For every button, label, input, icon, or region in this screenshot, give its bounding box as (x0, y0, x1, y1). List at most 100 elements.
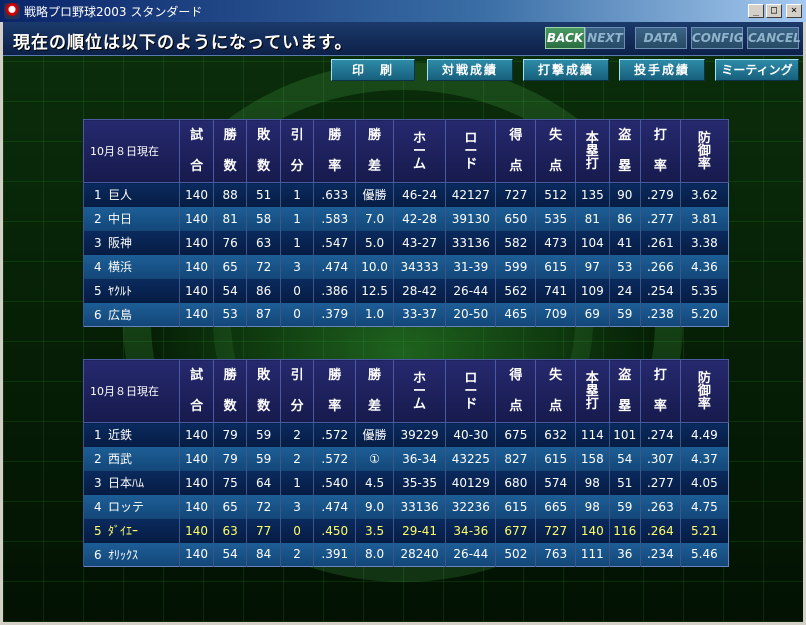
stat-ra: 615 (535, 446, 576, 471)
stat-g: 140 (179, 182, 214, 207)
table-row[interactable]: 1 巨人 140 88 51 1.633 優勝 46-24 42127 727 512 135 90.2… (82, 182, 729, 207)
game-screen: 現在の順位は以下のようになっています。 BACK NEXT DATA CONFI… (0, 22, 806, 625)
stat-g: 140 (179, 230, 214, 255)
stat-era: 3.81 (679, 206, 729, 231)
stat-avg: .277 (639, 206, 681, 231)
meeting-button[interactable]: ミーティング (715, 59, 799, 81)
stat-era: 5.35 (679, 278, 729, 303)
stat-gb: 9.0 (355, 494, 394, 519)
stat-home: 33136 (392, 494, 446, 519)
rank-number: 3 (94, 476, 102, 490)
back-button[interactable]: BACK (545, 27, 585, 49)
table-row[interactable]: 6 広島 140 53 87 0.379 1.0 33-37 20-50 465 709 69 59.2… (82, 302, 729, 327)
stat-l: 59 (246, 422, 281, 447)
stat-sb: 101 (608, 422, 641, 447)
stat-rs: 827 (495, 446, 536, 471)
team-cell: 3 日本ﾊﾑ (82, 470, 180, 495)
table-row[interactable]: 3 日本ﾊﾑ 140 75 64 1.540 4.5 35-35 40129 680 574 98 51… (82, 470, 729, 495)
stat-rs: 650 (495, 206, 536, 231)
table-row[interactable]: 2 中日 140 81 58 1.583 7.0 42-28 39130 650 535 81 86.2… (82, 206, 729, 231)
rank-number: 2 (94, 452, 102, 466)
stat-era: 3.62 (679, 182, 729, 207)
stat-gb: 5.0 (355, 230, 394, 255)
config-button[interactable]: CONFIG (691, 27, 744, 49)
header-char: ー (464, 383, 478, 399)
stat-rs: 680 (495, 470, 536, 495)
stat-pct: .391 (313, 542, 356, 567)
window-titlebar[interactable]: 戦略プロ野球2003 スタンダード _ □ × (0, 0, 806, 22)
stat-ra: 763 (535, 542, 576, 567)
col-gb: 勝差 (355, 119, 394, 183)
maximize-button[interactable]: □ (766, 4, 782, 18)
cancel-button[interactable]: CANCEL (747, 27, 801, 49)
stat-w: 76 (212, 230, 247, 255)
batting-stats-button[interactable]: 打撃成績 (523, 59, 609, 81)
print-button[interactable]: 印 刷 (331, 59, 415, 81)
stat-era: 4.49 (679, 422, 729, 447)
data-button[interactable]: DATA (635, 27, 687, 49)
stat-pct: .450 (313, 518, 356, 543)
stat-home: 39229 (392, 422, 446, 447)
table-header-row: 10月８日現在 試合 勝数 敗数 引分 勝率 勝差 ホーム ロード 得点 失点 … (82, 359, 730, 423)
stat-d: 1 (279, 230, 314, 255)
stat-g: 140 (179, 422, 214, 447)
stat-d: 1 (279, 470, 314, 495)
table-row[interactable]: 5 ﾀﾞｲｴｰ 140 63 77 0.450 3.5 29-41 34-36 677 727 140… (82, 518, 729, 543)
table-row[interactable]: 3 阪神 140 76 63 1.547 5.0 43-27 33136 582 473 104 41.… (82, 230, 729, 255)
table-row[interactable]: 6 ｵﾘｯｸｽ 140 54 84 2.391 8.0 28240 26-44 502 763 111… (82, 542, 729, 567)
stat-sb: 59 (608, 302, 641, 327)
team-name: 日本ﾊﾑ (108, 476, 145, 490)
stat-era: 4.05 (679, 470, 729, 495)
col-road: ロード (445, 119, 497, 183)
stat-g: 140 (179, 518, 214, 543)
stat-l: 84 (246, 542, 281, 567)
stat-avg: .274 (639, 422, 681, 447)
table-row[interactable]: 4 横浜 140 65 72 3.474 10.0 34333 31-39 599 615 97 53.… (82, 254, 729, 279)
stat-home: 42-28 (392, 206, 446, 231)
stat-w: 63 (212, 518, 247, 543)
stat-g: 140 (179, 278, 214, 303)
stat-road: 40129 (445, 470, 496, 495)
stat-rs: 502 (495, 542, 536, 567)
stat-road: 33136 (445, 230, 496, 255)
stat-avg: .263 (639, 494, 681, 519)
stat-home: 46-24 (392, 182, 446, 207)
team-cell: 6 広島 (82, 302, 180, 327)
col-runs-allowed: 失点 (535, 119, 577, 183)
stat-avg: .254 (639, 278, 681, 303)
table-row[interactable]: 4 ロッテ 140 65 72 3.474 9.0 33136 32236 615 665 98 59.… (82, 494, 729, 519)
rank-number: 4 (94, 500, 102, 514)
head-to-head-button[interactable]: 対戦成績 (427, 59, 513, 81)
stat-d: 2 (279, 542, 314, 567)
next-button[interactable]: NEXT (585, 27, 625, 49)
stat-l: 77 (246, 518, 281, 543)
table-row[interactable]: 2 西武 140 79 59 2.572 ① 36-34 43225 827 615 158 54.30… (82, 446, 729, 471)
col-sb: 盗塁 (608, 119, 641, 183)
table-row[interactable]: 5 ﾔｸﾙﾄ 140 54 86 0.386 12.5 28-42 26-44 562 741 109… (82, 278, 729, 303)
stat-home: 28-42 (392, 278, 446, 303)
stat-gb: 3.5 (355, 518, 394, 543)
team-name: ﾀﾞｲｴｰ (108, 524, 139, 538)
team-cell: 1 巨人 (82, 182, 180, 207)
stat-ra: 512 (535, 182, 576, 207)
close-button[interactable]: × (786, 4, 802, 18)
rank-number: 2 (94, 212, 102, 226)
minimize-button[interactable]: _ (748, 4, 764, 18)
table-row[interactable]: 1 近鉄 140 79 59 2.572 優勝 39229 40-30 675 632 114 101.… (82, 422, 729, 447)
team-name: 広島 (108, 307, 133, 322)
col-era: 防御率 (679, 119, 730, 183)
col-runs: 得点 (495, 119, 537, 183)
stat-rs: 465 (495, 302, 536, 327)
pitching-stats-button[interactable]: 投手成績 (619, 59, 705, 81)
stat-gb: 10.0 (355, 254, 394, 279)
stat-gb: 12.5 (355, 278, 394, 303)
stat-hr: 104 (575, 230, 610, 255)
stat-g: 140 (179, 470, 214, 495)
stat-home: 43-27 (392, 230, 446, 255)
stat-sb: 86 (608, 206, 641, 231)
header-char: ロ (464, 370, 478, 386)
stat-hr: 98 (575, 470, 610, 495)
stat-pct: .386 (313, 278, 356, 303)
col-wins: 勝数 (212, 119, 248, 183)
stat-gb: 優勝 (355, 422, 394, 447)
